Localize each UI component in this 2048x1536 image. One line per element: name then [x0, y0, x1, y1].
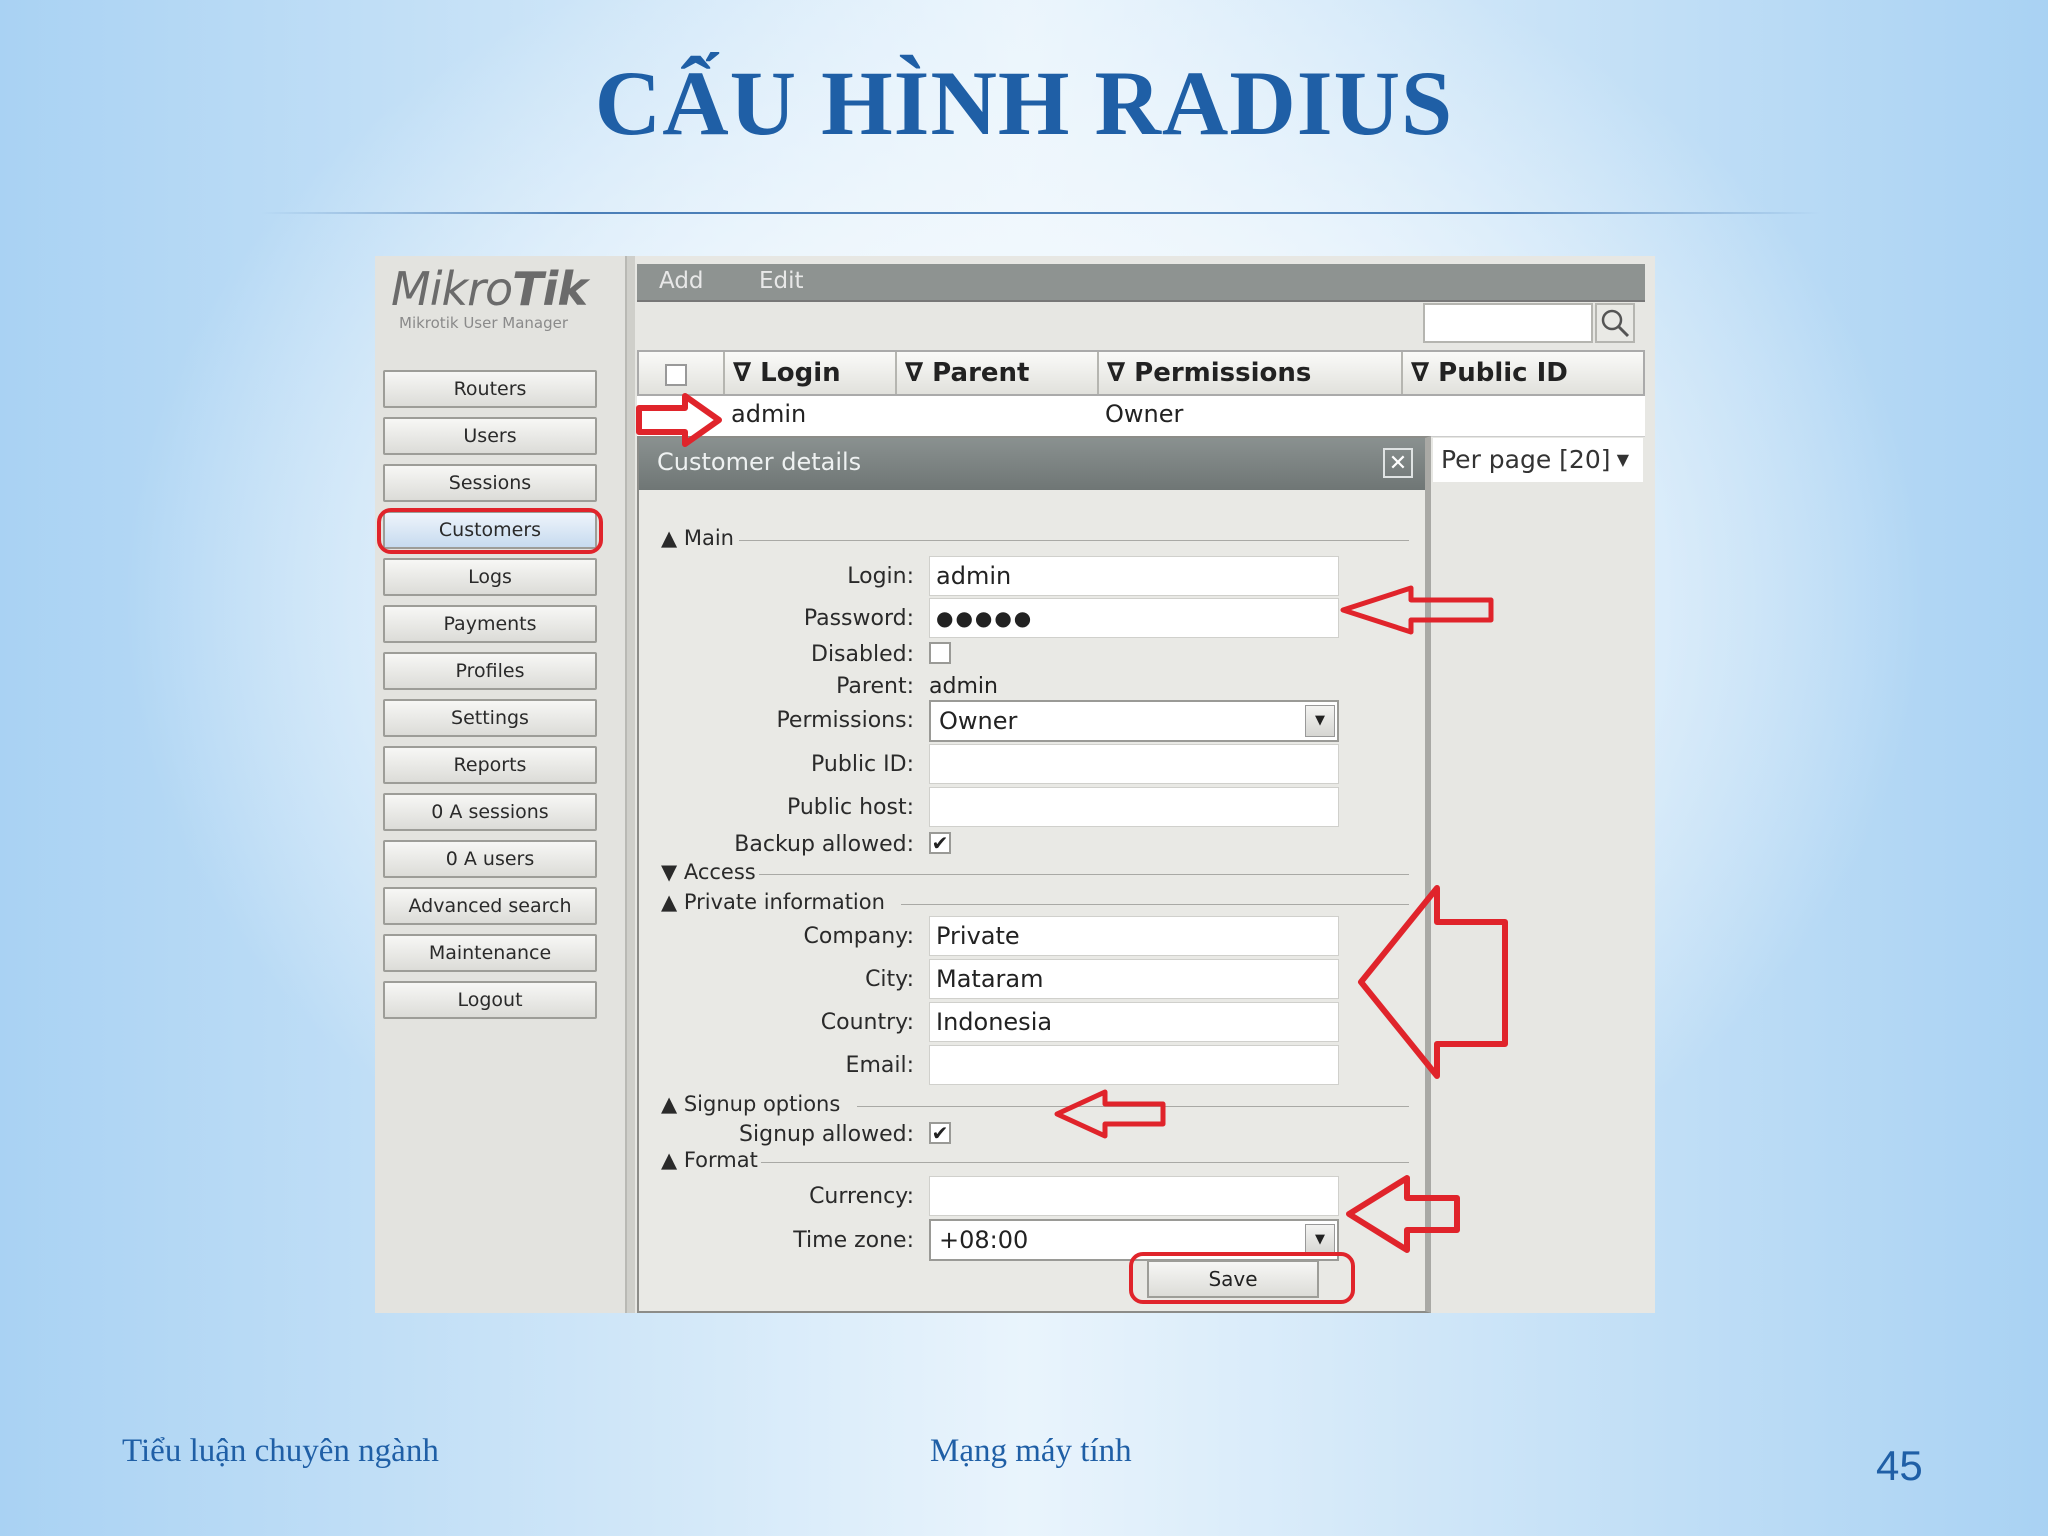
time-zone-value: +08:00 — [939, 1226, 1029, 1254]
nav-active-users[interactable]: 0 A users — [383, 840, 597, 878]
signup-allowed-label: Signup allowed: — [739, 1122, 914, 1147]
parent-label: Parent: — [836, 674, 914, 699]
city-field[interactable]: Mataram — [929, 959, 1339, 999]
per-page-label: Per page [20] — [1441, 445, 1611, 474]
nav-sessions[interactable]: Sessions — [383, 464, 597, 502]
save-highlight-oval — [1129, 1252, 1355, 1304]
magnifier-icon — [1601, 309, 1630, 338]
password-pointer-arrow-icon — [1340, 585, 1494, 635]
dialog-header[interactable]: Customer details ✕ — [639, 438, 1425, 490]
title-divider — [260, 212, 1820, 214]
section-private-information[interactable]: ▲ Private information — [661, 890, 885, 914]
nav-logs[interactable]: Logs — [383, 558, 597, 596]
section-signup-options[interactable]: ▲ Signup options — [661, 1092, 840, 1116]
nav-reports[interactable]: Reports — [383, 746, 597, 784]
nav-advanced-search[interactable]: Advanced search — [383, 887, 597, 925]
nav-payments[interactable]: Payments — [383, 605, 597, 643]
city-label: City: — [865, 967, 914, 992]
disabled-label: Disabled: — [811, 642, 914, 667]
dialog-title: Customer details — [657, 448, 862, 476]
edit-button[interactable]: Edit — [759, 268, 804, 294]
select-all-column[interactable] — [639, 352, 725, 394]
country-label: Country: — [820, 1010, 914, 1035]
per-page-select[interactable]: Per page [20] ▼ — [1433, 438, 1643, 482]
logo-subtitle: Mikrotik User Manager — [399, 314, 569, 332]
email-label: Email: — [845, 1053, 914, 1078]
close-icon[interactable]: ✕ — [1383, 448, 1413, 478]
nav-maintenance[interactable]: Maintenance — [383, 934, 597, 972]
section-format-label: Format — [683, 1148, 758, 1172]
section-divider — [761, 1162, 1409, 1163]
section-main[interactable]: ▲ Main — [661, 526, 734, 550]
section-access-label: Access — [683, 860, 756, 884]
footer-subject: Mạng máy tính — [930, 1433, 1132, 1469]
panel-splitter[interactable] — [625, 256, 635, 1313]
section-signup-options-label: Signup options — [683, 1092, 841, 1116]
search-button[interactable] — [1595, 303, 1635, 343]
toolbar: Add Edit — [637, 264, 1645, 302]
row-pointer-arrow-icon — [636, 393, 722, 447]
login-field[interactable]: admin — [929, 556, 1339, 596]
parent-value: admin — [929, 674, 998, 699]
password-field[interactable]: ●●●●● — [929, 598, 1339, 638]
password-label: Password: — [803, 606, 914, 631]
public-id-label: Public ID: — [811, 752, 914, 777]
backup-allowed-label: Backup allowed: — [734, 832, 914, 857]
email-field[interactable] — [929, 1045, 1339, 1085]
permissions-select[interactable]: Owner ▼ — [929, 700, 1339, 742]
customer-grid-header: ∇ Login ∇ Parent ∇ Permissions ∇ Public … — [637, 350, 1645, 396]
section-format[interactable]: ▲ Format — [661, 1148, 758, 1172]
nav-settings[interactable]: Settings — [383, 699, 597, 737]
company-label: Company: — [803, 924, 914, 949]
public-host-label: Public host: — [786, 795, 914, 820]
section-divider — [739, 540, 1409, 541]
column-parent[interactable]: ∇ Parent — [897, 352, 1099, 394]
column-login[interactable]: ∇ Login — [725, 352, 897, 394]
permissions-label: Permissions: — [776, 708, 914, 733]
country-field[interactable]: Indonesia — [929, 1002, 1339, 1042]
page-number: 45 — [1876, 1442, 1923, 1489]
customer-details-dialog: Customer details ✕ ▲ Main Login: admin P… — [637, 436, 1431, 1313]
currency-label: Currency: — [809, 1184, 914, 1209]
disabled-checkbox[interactable] — [929, 642, 951, 664]
section-divider — [759, 874, 1409, 875]
login-label: Login: — [847, 564, 914, 589]
nav-profiles[interactable]: Profiles — [383, 652, 597, 690]
section-private-information-label: Private information — [683, 890, 885, 914]
customers-highlight-oval — [377, 508, 603, 554]
column-permissions[interactable]: ∇ Permissions — [1099, 352, 1403, 394]
add-button[interactable]: Add — [659, 268, 704, 294]
footer-course-name: Tiểu luận chuyên ngành — [122, 1433, 439, 1469]
backup-allowed-checkbox[interactable]: ✔ — [929, 832, 951, 854]
row-permissions: Owner — [1105, 400, 1184, 428]
signup-allowed-checkbox[interactable]: ✔ — [929, 1122, 951, 1144]
time-zone-pointer-arrow-icon — [1346, 1175, 1460, 1253]
mikrotik-logo: MikroTik — [391, 262, 588, 316]
nav-users[interactable]: Users — [383, 417, 597, 455]
select-all-checkbox[interactable] — [665, 364, 687, 386]
user-manager-screenshot: MikroTik Mikrotik User Manager Routers U… — [375, 256, 1655, 1313]
nav-routers[interactable]: Routers — [383, 370, 597, 408]
signup-pointer-arrow-icon — [1054, 1089, 1166, 1139]
slide-title: CẤU HÌNH RADIUS — [594, 52, 1454, 154]
table-row[interactable]: admin Owner — [637, 396, 1645, 437]
public-id-field[interactable] — [929, 744, 1339, 784]
column-public-id[interactable]: ∇ Public ID — [1403, 352, 1643, 394]
nav-active-sessions[interactable]: 0 A sessions — [383, 793, 597, 831]
search-input[interactable] — [1423, 303, 1593, 343]
public-host-field[interactable] — [929, 787, 1339, 827]
section-divider — [901, 904, 1409, 905]
time-zone-label: Time zone: — [793, 1228, 914, 1253]
row-login: admin — [731, 400, 807, 428]
nav-logout[interactable]: Logout — [383, 981, 597, 1019]
company-field[interactable]: Private — [929, 916, 1339, 956]
permissions-value: Owner — [939, 707, 1018, 735]
chevron-down-icon: ▼ — [1305, 705, 1335, 737]
left-navigation-panel: MikroTik Mikrotik User Manager Routers U… — [375, 256, 625, 1313]
section-access[interactable]: ▼ Access — [661, 860, 756, 884]
private-info-pointer-arrow-icon — [1358, 885, 1508, 1079]
currency-field[interactable] — [929, 1176, 1339, 1216]
section-main-label: Main — [683, 526, 734, 550]
chevron-down-icon: ▼ — [1616, 450, 1629, 469]
